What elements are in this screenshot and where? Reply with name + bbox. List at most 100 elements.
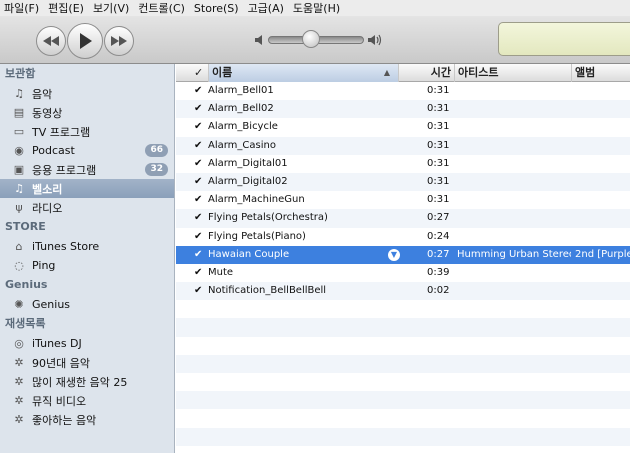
sidebar-item-tv-shows[interactable]: ▭ TV 프로그램	[0, 122, 174, 141]
row-checkbox[interactable]: ✔	[194, 155, 206, 173]
sidebar-item-applications[interactable]: ▣ 응용 프로그램 32	[0, 160, 174, 179]
table-row	[176, 337, 630, 355]
song-album	[575, 228, 630, 246]
previous-button[interactable]	[36, 26, 66, 56]
song-album	[575, 191, 630, 209]
song-artist	[457, 264, 571, 282]
row-menu-arrow-icon[interactable]: ▼	[388, 248, 400, 261]
song-time: 0:31	[427, 103, 450, 115]
song-time: 0:31	[427, 85, 450, 96]
menu-help[interactable]: 도움말(H)	[293, 0, 340, 16]
table-row	[176, 318, 630, 337]
song-name	[208, 391, 393, 409]
ping-icon: ◌	[14, 259, 24, 272]
row-checkbox[interactable]: ✔	[194, 209, 206, 227]
sidebar-item-label: 벨소리	[32, 182, 63, 196]
song-album	[575, 155, 630, 173]
sort-ascending-icon: ▲	[383, 68, 390, 77]
sidebar-item-ringtones[interactable]: ♫ 벨소리	[0, 179, 174, 198]
row-checkbox[interactable]: ✔	[194, 137, 206, 155]
row-checkbox[interactable]: ✔	[194, 282, 206, 300]
song-artist	[457, 137, 571, 155]
volume-slider-knob[interactable]	[302, 30, 320, 48]
song-album	[575, 391, 630, 409]
table-row[interactable]: ✔ Alarm_Digital01 0:31	[176, 155, 630, 173]
podcast-icon: ◉	[14, 144, 24, 157]
radio-icon: ψ	[15, 201, 23, 214]
song-artist	[457, 318, 571, 336]
row-checkbox	[194, 337, 206, 355]
row-checkbox[interactable]: ✔	[194, 246, 206, 264]
row-checkbox[interactable]: ✔	[194, 264, 206, 282]
sidebar-item-music-videos[interactable]: ✲ 뮤직 비디오	[0, 391, 174, 410]
play-button[interactable]	[67, 23, 103, 59]
song-name	[208, 428, 393, 446]
column-header-artist[interactable]: 아티스트	[454, 64, 571, 82]
podcast-count-badge: 66	[145, 144, 168, 157]
table-row	[176, 391, 630, 410]
column-header-time[interactable]: 시간	[398, 64, 454, 82]
song-name: Flying Petals(Piano)	[208, 230, 306, 242]
song-time	[427, 373, 457, 391]
menu-edit[interactable]: 편집(E)	[48, 0, 84, 16]
sidebar-item-top-25[interactable]: ✲ 많이 재생한 음악 25	[0, 372, 174, 391]
sidebar-item-music[interactable]: ♫ 음악	[0, 84, 174, 103]
next-button[interactable]	[104, 26, 134, 56]
sidebar-item-90s-music[interactable]: ✲ 90년대 음악	[0, 353, 174, 372]
sidebar-item-itunes-dj[interactable]: ◎ iTunes DJ	[0, 334, 174, 353]
smart-playlist-icon: ✲	[14, 356, 24, 369]
menu-advanced[interactable]: 고급(A)	[248, 0, 284, 16]
menu-file[interactable]: 파일(F)	[4, 0, 39, 16]
row-checkbox[interactable]: ✔	[194, 191, 206, 209]
table-row[interactable]: ✔ Alarm_Bicycle 0:31	[176, 118, 630, 136]
table-row[interactable]: ✔ Alarm_MachineGun 0:31	[176, 191, 630, 209]
table-row[interactable]: ✔ Flying Petals(Orchestra) 0:27	[176, 209, 630, 228]
row-checkbox	[194, 428, 206, 446]
sidebar-item-label: iTunes DJ	[32, 337, 82, 350]
sidebar-item-ping[interactable]: ◌ Ping	[0, 256, 174, 275]
song-artist	[457, 100, 571, 118]
song-album	[575, 409, 630, 427]
song-time: 0:02	[427, 285, 450, 297]
row-checkbox	[194, 373, 206, 391]
column-header-check[interactable]: ✓	[194, 64, 208, 82]
row-checkbox[interactable]: ✔	[194, 173, 206, 191]
row-checkbox[interactable]: ✔	[194, 228, 206, 246]
menu-controls[interactable]: 컨트롤(C)	[138, 0, 185, 16]
column-header-name[interactable]: 이름 ▲	[208, 64, 398, 82]
column-header-album[interactable]: 앨범	[571, 64, 630, 82]
table-row[interactable]: ✔ Alarm_Digital02 0:31	[176, 172, 630, 192]
column-header-name-label: 이름	[212, 66, 233, 79]
table-row[interactable]: ✔ Alarm_Casino 0:31	[176, 136, 630, 155]
table-row[interactable]: ✔ Alarm_Bell02 0:31	[176, 100, 630, 119]
table-row[interactable]: ✔ Notification_BellBellBell 0:02	[176, 282, 630, 301]
table-row[interactable]: ✔ Mute 0:39	[176, 264, 630, 282]
song-artist	[457, 282, 571, 300]
song-time: 0:31	[427, 157, 450, 169]
sidebar-item-label: 좋아하는 음악	[32, 413, 97, 427]
sidebar-item-podcast[interactable]: ◉ Podcast 66	[0, 141, 174, 160]
row-checkbox[interactable]: ✔	[194, 82, 206, 100]
sidebar-item-favorite-music[interactable]: ✲ 좋아하는 음악	[0, 410, 174, 429]
song-album	[575, 209, 630, 227]
sidebar-item-label: 90년대 음악	[32, 356, 90, 370]
sidebar-header-genius: Genius	[5, 278, 48, 291]
row-checkbox	[194, 318, 206, 336]
table-row[interactable]: ✔ Flying Petals(Piano) 0:24	[176, 228, 630, 246]
sidebar-item-genius[interactable]: ✺ Genius	[0, 295, 174, 314]
sidebar-item-radio[interactable]: ψ 라디오	[0, 198, 174, 217]
row-checkbox[interactable]: ✔	[194, 100, 206, 118]
song-name: Alarm_Casino	[208, 139, 276, 151]
table-row[interactable]: ✔ Hawaian Couple 0:27 Humming Urban Stereo 2…	[176, 245, 630, 264]
table-row[interactable]: ✔ Alarm_Bell01 0:31	[176, 82, 630, 100]
song-album	[575, 300, 630, 318]
row-checkbox[interactable]: ✔	[194, 118, 206, 136]
song-name: Alarm_Bicycle	[208, 121, 278, 133]
menu-view[interactable]: 보기(V)	[93, 0, 129, 16]
menu-store[interactable]: Store(S)	[194, 2, 239, 15]
row-checkbox	[194, 355, 206, 373]
sidebar-item-movies[interactable]: ▤ 동영상	[0, 103, 174, 122]
sidebar-item-itunes-store[interactable]: ⌂ iTunes Store	[0, 237, 174, 256]
song-artist	[457, 409, 571, 427]
song-album: 2nd [Purple	[575, 248, 630, 260]
